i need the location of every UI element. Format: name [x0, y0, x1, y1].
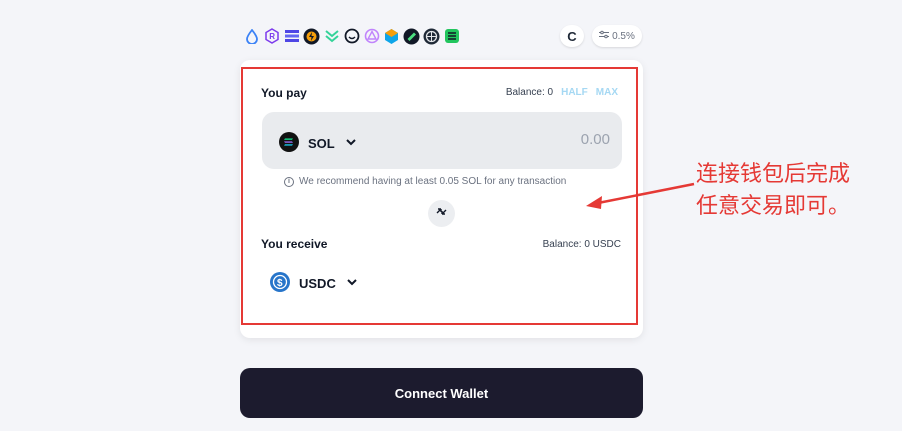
connect-wallet-button[interactable]: Connect Wallet: [240, 368, 643, 418]
annotation-line-2: 任意交易即可。: [696, 193, 851, 218]
sliders-icon: [599, 30, 610, 42]
dex-source-icons: R: [243, 26, 460, 46]
refresh-button[interactable]: C: [560, 25, 584, 47]
stripes-icon: [283, 28, 300, 45]
ring-coin-icon: [403, 28, 420, 45]
raydium-icon: R: [263, 28, 280, 45]
refresh-icon: C: [567, 28, 577, 44]
highlight-box: [241, 67, 638, 325]
bolt-coin-icon: [303, 28, 320, 45]
cube-icon: [383, 28, 400, 45]
svg-text:R: R: [269, 32, 275, 41]
chevrons-icon: [323, 28, 340, 45]
slippage-value: 0.5%: [612, 30, 635, 42]
annotation-line-1: 连接钱包后完成: [696, 161, 851, 186]
annotation-arrow-icon: [584, 176, 696, 221]
drop-icon: [243, 28, 260, 45]
triangle-circle-icon: [363, 28, 380, 45]
slippage-button[interactable]: 0.5%: [592, 25, 642, 47]
annotation-text: 连接钱包后完成 任意交易即可。: [696, 158, 850, 222]
smile-face-icon: [343, 28, 360, 45]
globe-icon: [423, 28, 440, 45]
green-square-icon: [443, 28, 460, 45]
